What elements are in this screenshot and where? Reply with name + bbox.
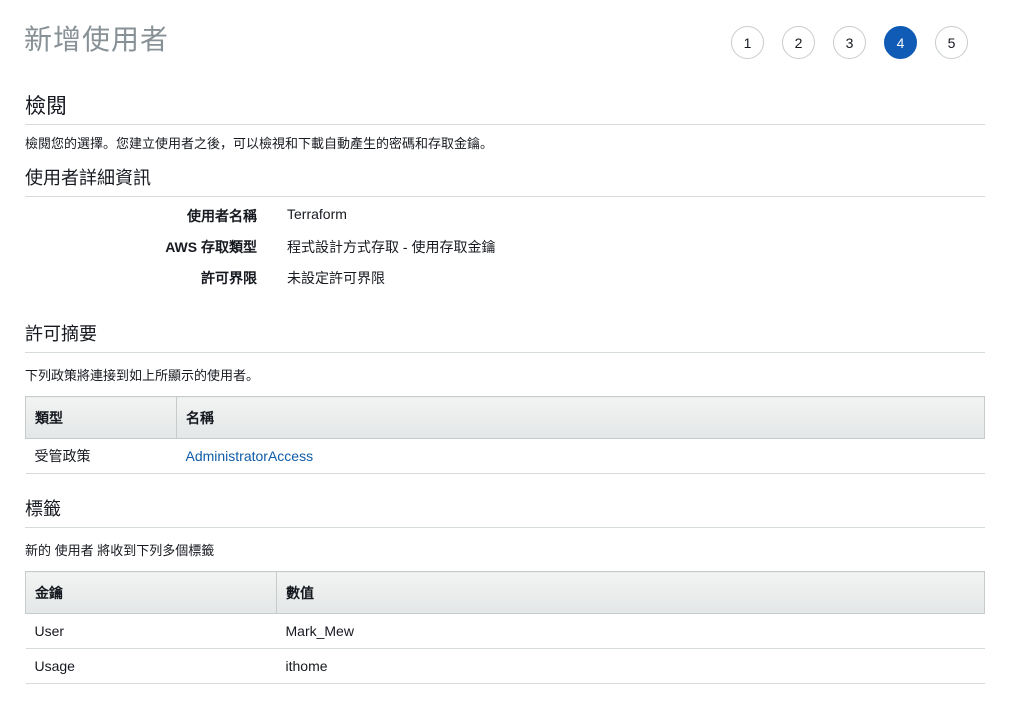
tag-value: Mark_Mew bbox=[276, 613, 985, 649]
wizard-steps: 1 2 3 4 5 bbox=[731, 26, 968, 59]
table-row: 受管政策 AdministratorAccess bbox=[25, 438, 985, 474]
policy-name-cell: AdministratorAccess bbox=[176, 438, 985, 474]
table-header-row: 類型 名稱 bbox=[25, 396, 985, 439]
tag-key: User bbox=[25, 613, 277, 649]
page-title: 新增使用者 bbox=[24, 24, 170, 55]
detail-label: 使用者名稱 bbox=[187, 208, 257, 224]
tags-description: 新的 使用者 將收到下列多個標籤 bbox=[25, 543, 215, 558]
detail-value: 未設定許可界限 bbox=[287, 270, 385, 286]
user-details-section: 使用者詳細資訊 bbox=[25, 164, 985, 197]
permissions-table: 類型 名稱 受管政策 AdministratorAccess bbox=[25, 396, 985, 474]
permissions-section: 許可摘要 下列政策將連接到如上所顯示的使用者。 類型 名稱 受管政策 Admin… bbox=[25, 320, 985, 474]
policy-type: 受管政策 bbox=[25, 438, 177, 474]
detail-value: 程式設計方式存取 - 使用存取金鑰 bbox=[287, 239, 496, 255]
step-4-current[interactable]: 4 bbox=[884, 26, 917, 59]
step-2[interactable]: 2 bbox=[782, 26, 815, 59]
policy-name-link[interactable]: AdministratorAccess bbox=[186, 448, 314, 464]
tags-section: 標籤 新的 使用者 將收到下列多個標籤 金鑰 數值 User Mark_Mew … bbox=[25, 495, 985, 684]
permissions-description: 下列政策將連接到如上所顯示的使用者。 bbox=[25, 368, 260, 383]
permissions-heading: 許可摘要 bbox=[25, 320, 985, 353]
column-header-type[interactable]: 類型 bbox=[25, 396, 177, 439]
column-header-key[interactable]: 金鑰 bbox=[25, 571, 277, 614]
column-header-name[interactable]: 名稱 bbox=[176, 396, 985, 439]
tag-key: Usage bbox=[25, 648, 277, 684]
review-section: 檢閱 檢閱您的選擇。您建立使用者之後，可以檢視和下載自動產生的密碼和存取金鑰。 bbox=[25, 90, 985, 152]
detail-value: Terraform bbox=[287, 206, 347, 222]
tags-heading: 標籤 bbox=[25, 495, 985, 528]
table-row: User Mark_Mew bbox=[25, 613, 985, 649]
review-heading: 檢閱 bbox=[25, 90, 985, 125]
table-header-row: 金鑰 數值 bbox=[25, 571, 985, 614]
review-description: 檢閱您的選擇。您建立使用者之後，可以檢視和下載自動產生的密碼和存取金鑰。 bbox=[25, 136, 494, 151]
tags-table: 金鑰 數值 User Mark_Mew Usage ithome bbox=[25, 571, 985, 684]
column-header-value[interactable]: 數值 bbox=[276, 571, 985, 614]
detail-label: 許可界限 bbox=[201, 270, 257, 286]
tag-value: ithome bbox=[276, 648, 985, 684]
step-3[interactable]: 3 bbox=[833, 26, 866, 59]
detail-label: AWS 存取類型 bbox=[165, 239, 257, 255]
table-row: Usage ithome bbox=[25, 648, 985, 684]
step-5[interactable]: 5 bbox=[935, 26, 968, 59]
step-1[interactable]: 1 bbox=[731, 26, 764, 59]
user-details-heading: 使用者詳細資訊 bbox=[25, 164, 985, 197]
